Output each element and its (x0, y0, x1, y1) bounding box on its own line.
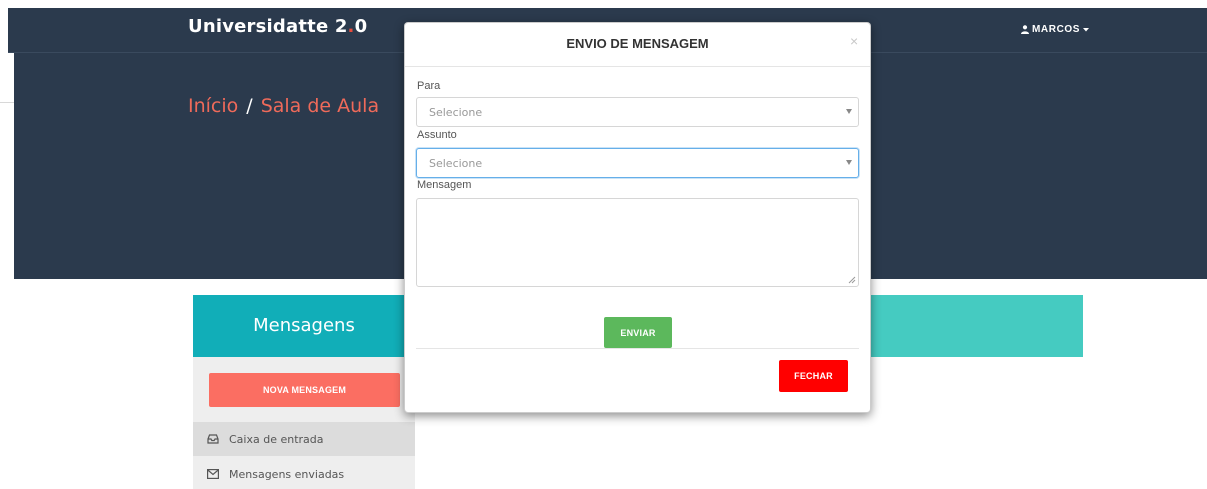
brand-version: 0 (354, 16, 368, 37)
caret-down-icon (1083, 27, 1090, 31)
subject-label: Assunto (417, 129, 457, 141)
messages-panel-header: Mensagens (193, 295, 415, 357)
send-button[interactable]: ENVIAR (604, 317, 672, 348)
modal-header: ENVIO DE MENSAGEM × (405, 23, 870, 67)
close-button[interactable]: FECHAR (779, 360, 848, 392)
to-label: Para (417, 80, 441, 92)
brand-text: Universidatte 2 (188, 16, 348, 37)
to-select-value: Selecione (429, 106, 483, 119)
envelope-icon (207, 469, 219, 479)
sidebar-item-label: Caixa de entrada (229, 432, 324, 446)
user-icon (1021, 25, 1029, 34)
breadcrumb: Início / Sala de Aula (188, 95, 379, 117)
breadcrumb-current: Sala de Aula (260, 95, 380, 117)
subject-select[interactable]: Selecione (416, 148, 859, 178)
inbox-icon (207, 434, 219, 444)
sidebar-item-label: Mensagens enviadas (229, 467, 345, 481)
brand-dot: . (347, 16, 355, 37)
breadcrumb-separator: / (246, 95, 253, 117)
chevron-down-icon (846, 160, 852, 165)
messages-panel-title: Mensagens (253, 315, 355, 336)
breadcrumb-home[interactable]: Início (188, 95, 238, 117)
modal-footer-divider (416, 348, 859, 349)
new-message-button[interactable]: NOVA MENSAGEM (209, 373, 400, 407)
message-textarea[interactable] (416, 198, 859, 287)
resize-grip-icon[interactable] (848, 276, 856, 284)
send-message-modal: ENVIO DE MENSAGEM × Para Selecione Assun… (404, 22, 871, 413)
message-label: Mensagem (417, 179, 472, 191)
brand-logo[interactable]: Universidatte 2.0 (188, 16, 367, 37)
close-icon[interactable]: × (850, 33, 858, 49)
hero-side-line (0, 102, 14, 103)
modal-title: ENVIO DE MENSAGEM (566, 36, 709, 51)
user-menu[interactable]: MARCOS (1021, 24, 1090, 35)
subject-select-value: Selecione (429, 157, 483, 170)
messages-sidebar: NOVA MENSAGEM Caixa de entrada Mensagens… (193, 357, 415, 489)
chevron-down-icon (846, 109, 852, 114)
user-name: MARCOS (1032, 24, 1081, 35)
sidebar-item-sent[interactable]: Mensagens enviadas (193, 457, 415, 489)
sidebar-item-inbox[interactable]: Caixa de entrada (193, 422, 415, 456)
page: Universidatte 2.0 MARCOS Início / Sala d… (0, 0, 1207, 489)
to-select[interactable]: Selecione (416, 97, 859, 127)
content-header-bar (869, 295, 1083, 357)
